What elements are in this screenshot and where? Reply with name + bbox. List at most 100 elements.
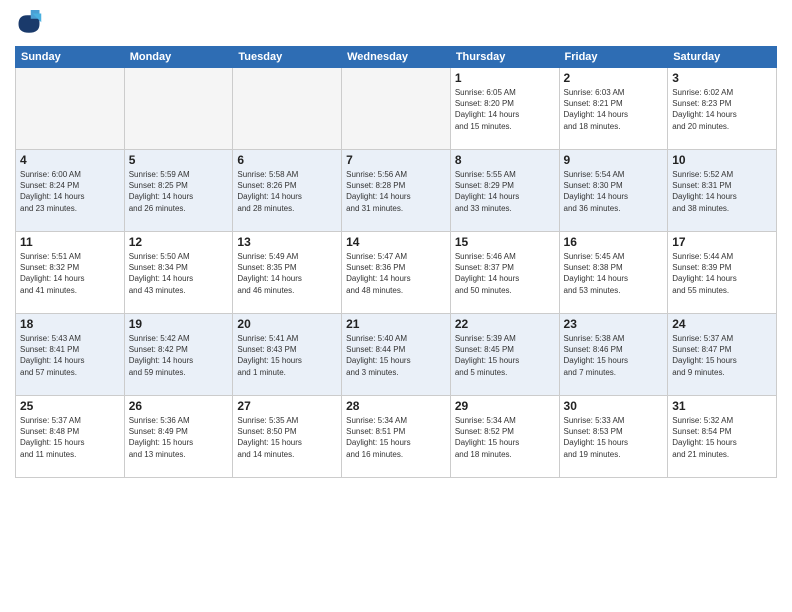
day-info: Sunrise: 5:37 AM Sunset: 8:47 PM Dayligh… [672,333,772,378]
calendar-cell: 23Sunrise: 5:38 AM Sunset: 8:46 PM Dayli… [559,314,668,396]
day-number: 4 [20,153,120,167]
day-number: 1 [455,71,555,85]
calendar-week-row: 25 Sunrise: 5:37 AM Sunset: 8:48 PM Dayli… [16,396,777,478]
day-info: Sunrise: 5:47 AM Sunset: 8:36 PM Dayligh… [346,251,446,296]
calendar-cell [233,68,342,150]
calendar-cell: 13 Sunrise: 5:49 AM Sunset: 8:35 PM Dayli… [233,232,342,314]
logo-icon [15,10,43,38]
day-number: 19 [129,317,229,331]
page: SundayMondayTuesdayWednesdayThursdayFrid… [0,0,792,612]
calendar-week-row: 11 Sunrise: 5:51 AM Sunset: 8:32 PM Dayli… [16,232,777,314]
day-number: 10 [672,153,772,167]
calendar-week-row: 1 Sunrise: 6:05 AM Sunset: 8:20 PM Daylig… [16,68,777,150]
calendar-cell: 10Sunrise: 5:52 AM Sunset: 8:31 PM Dayli… [668,150,777,232]
day-info: Sunrise: 5:43 AM Sunset: 8:41 PM Dayligh… [20,333,120,378]
day-number: 3 [672,71,772,85]
day-number: 25 [20,399,120,413]
day-number: 30 [564,399,664,413]
day-info: Sunrise: 5:59 AM Sunset: 8:25 PM Dayligh… [129,169,229,214]
calendar-day-header: Tuesday [233,47,342,68]
calendar-day-header: Friday [559,47,668,68]
day-info: Sunrise: 5:34 AM Sunset: 8:51 PM Dayligh… [346,415,446,460]
calendar-cell: 11 Sunrise: 5:51 AM Sunset: 8:32 PM Dayli… [16,232,125,314]
day-info: Sunrise: 5:54 AM Sunset: 8:30 PM Dayligh… [564,169,664,214]
day-number: 13 [237,235,337,249]
calendar-cell: 20 Sunrise: 5:41 AM Sunset: 8:43 PM Dayli… [233,314,342,396]
day-number: 5 [129,153,229,167]
day-info: Sunrise: 5:49 AM Sunset: 8:35 PM Dayligh… [237,251,337,296]
calendar-cell: 26Sunrise: 5:36 AM Sunset: 8:49 PM Dayli… [124,396,233,478]
header [15,10,777,38]
calendar-cell: 19Sunrise: 5:42 AM Sunset: 8:42 PM Dayli… [124,314,233,396]
calendar-week-row: 4Sunrise: 6:00 AM Sunset: 8:24 PM Daylig… [16,150,777,232]
calendar-cell: 31 Sunrise: 5:32 AM Sunset: 8:54 PM Dayli… [668,396,777,478]
calendar-cell: 14 Sunrise: 5:47 AM Sunset: 8:36 PM Dayli… [342,232,451,314]
calendar-cell: 16 Sunrise: 5:45 AM Sunset: 8:38 PM Dayli… [559,232,668,314]
calendar-cell: 22Sunrise: 5:39 AM Sunset: 8:45 PM Dayli… [450,314,559,396]
day-number: 2 [564,71,664,85]
day-info: Sunrise: 5:38 AM Sunset: 8:46 PM Dayligh… [564,333,664,378]
day-number: 29 [455,399,555,413]
day-number: 16 [564,235,664,249]
day-info: Sunrise: 5:56 AM Sunset: 8:28 PM Dayligh… [346,169,446,214]
calendar-cell: 9 Sunrise: 5:54 AM Sunset: 8:30 PM Daylig… [559,150,668,232]
day-number: 9 [564,153,664,167]
day-info: Sunrise: 5:33 AM Sunset: 8:53 PM Dayligh… [564,415,664,460]
calendar-cell: 28Sunrise: 5:34 AM Sunset: 8:51 PM Dayli… [342,396,451,478]
logo [15,10,47,38]
calendar-table: SundayMondayTuesdayWednesdayThursdayFrid… [15,46,777,478]
day-info: Sunrise: 5:34 AM Sunset: 8:52 PM Dayligh… [455,415,555,460]
day-info: Sunrise: 5:39 AM Sunset: 8:45 PM Dayligh… [455,333,555,378]
day-info: Sunrise: 5:58 AM Sunset: 8:26 PM Dayligh… [237,169,337,214]
day-number: 20 [237,317,337,331]
calendar-day-header: Wednesday [342,47,451,68]
calendar-cell: 12 Sunrise: 5:50 AM Sunset: 8:34 PM Dayli… [124,232,233,314]
calendar-cell: 4Sunrise: 6:00 AM Sunset: 8:24 PM Daylig… [16,150,125,232]
calendar-cell: 1 Sunrise: 6:05 AM Sunset: 8:20 PM Daylig… [450,68,559,150]
day-info: Sunrise: 5:51 AM Sunset: 8:32 PM Dayligh… [20,251,120,296]
day-info: Sunrise: 5:32 AM Sunset: 8:54 PM Dayligh… [672,415,772,460]
day-info: Sunrise: 5:55 AM Sunset: 8:29 PM Dayligh… [455,169,555,214]
day-number: 21 [346,317,446,331]
calendar-cell: 3 Sunrise: 6:02 AM Sunset: 8:23 PM Daylig… [668,68,777,150]
calendar-cell: 30 Sunrise: 5:33 AM Sunset: 8:53 PM Dayli… [559,396,668,478]
calendar-cell: 17Sunrise: 5:44 AM Sunset: 8:39 PM Dayli… [668,232,777,314]
day-number: 27 [237,399,337,413]
calendar-cell: 2Sunrise: 6:03 AM Sunset: 8:21 PM Daylig… [559,68,668,150]
calendar-week-row: 18 Sunrise: 5:43 AM Sunset: 8:41 PM Dayli… [16,314,777,396]
day-info: Sunrise: 5:41 AM Sunset: 8:43 PM Dayligh… [237,333,337,378]
calendar-day-header: Monday [124,47,233,68]
calendar-cell: 29 Sunrise: 5:34 AM Sunset: 8:52 PM Dayli… [450,396,559,478]
calendar-day-header: Thursday [450,47,559,68]
calendar-cell: 6 Sunrise: 5:58 AM Sunset: 8:26 PM Daylig… [233,150,342,232]
day-number: 11 [20,235,120,249]
calendar-cell: 15 Sunrise: 5:46 AM Sunset: 8:37 PM Dayli… [450,232,559,314]
day-number: 24 [672,317,772,331]
day-number: 8 [455,153,555,167]
calendar-cell: 5 Sunrise: 5:59 AM Sunset: 8:25 PM Daylig… [124,150,233,232]
day-number: 31 [672,399,772,413]
calendar-cell: 27 Sunrise: 5:35 AM Sunset: 8:50 PM Dayli… [233,396,342,478]
day-info: Sunrise: 5:40 AM Sunset: 8:44 PM Dayligh… [346,333,446,378]
calendar-header-row: SundayMondayTuesdayWednesdayThursdayFrid… [16,47,777,68]
day-info: Sunrise: 6:02 AM Sunset: 8:23 PM Dayligh… [672,87,772,132]
day-number: 7 [346,153,446,167]
calendar-cell: 24 Sunrise: 5:37 AM Sunset: 8:47 PM Dayli… [668,314,777,396]
day-number: 15 [455,235,555,249]
day-info: Sunrise: 5:35 AM Sunset: 8:50 PM Dayligh… [237,415,337,460]
day-number: 17 [672,235,772,249]
day-number: 6 [237,153,337,167]
day-info: Sunrise: 5:46 AM Sunset: 8:37 PM Dayligh… [455,251,555,296]
day-number: 14 [346,235,446,249]
calendar-cell: 21 Sunrise: 5:40 AM Sunset: 8:44 PM Dayli… [342,314,451,396]
day-info: Sunrise: 5:37 AM Sunset: 8:48 PM Dayligh… [20,415,120,460]
calendar-cell: 8 Sunrise: 5:55 AM Sunset: 8:29 PM Daylig… [450,150,559,232]
day-info: Sunrise: 6:05 AM Sunset: 8:20 PM Dayligh… [455,87,555,132]
day-number: 26 [129,399,229,413]
day-info: Sunrise: 5:45 AM Sunset: 8:38 PM Dayligh… [564,251,664,296]
day-number: 12 [129,235,229,249]
calendar-cell [124,68,233,150]
calendar-cell: 18 Sunrise: 5:43 AM Sunset: 8:41 PM Dayli… [16,314,125,396]
day-number: 18 [20,317,120,331]
day-info: Sunrise: 5:50 AM Sunset: 8:34 PM Dayligh… [129,251,229,296]
